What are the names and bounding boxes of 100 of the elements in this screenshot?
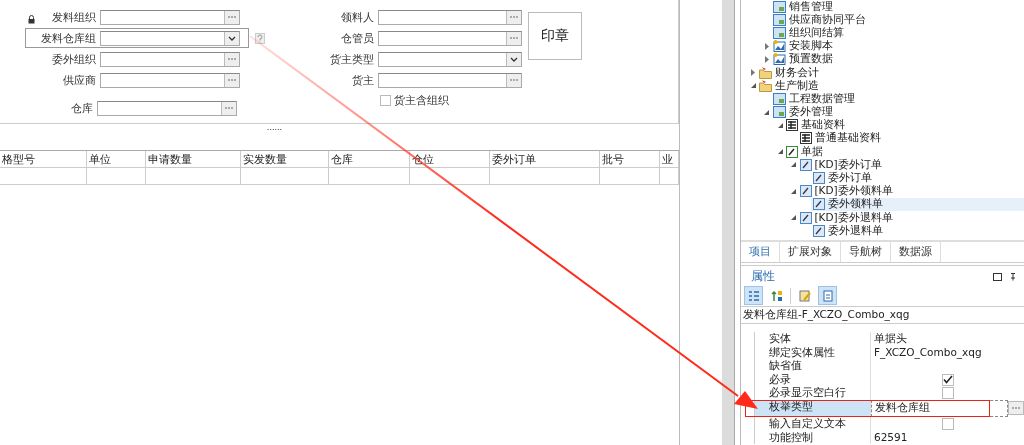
folder-icon xyxy=(759,79,772,92)
pencil-icon xyxy=(798,289,811,302)
lookup-field[interactable] xyxy=(378,30,522,46)
tree-item[interactable]: 工程数据管理 xyxy=(770,92,1024,106)
grid-icon xyxy=(799,132,812,145)
lookup-field[interactable] xyxy=(378,9,522,25)
checkbox[interactable] xyxy=(942,417,954,430)
chevron-down-icon xyxy=(228,35,236,41)
column-header[interactable]: 委外订单 xyxy=(490,151,601,167)
property-value[interactable]: 62591 xyxy=(871,430,1024,445)
lookup-field[interactable] xyxy=(378,72,522,88)
column-header[interactable]: 申请数量 xyxy=(146,151,241,167)
tree-item[interactable]: 组织间结算 xyxy=(770,26,1024,40)
column-header[interactable]: 实发数量 xyxy=(240,151,329,167)
checkbox[interactable] xyxy=(380,95,391,106)
script-icon xyxy=(772,40,786,53)
field-label: 领料人 xyxy=(340,9,375,25)
document-icon xyxy=(813,172,825,185)
tree-item[interactable]: 预置数据 xyxy=(770,52,1024,66)
collapsed-arrow-icon[interactable] xyxy=(751,69,755,77)
maximize-icon[interactable] xyxy=(993,272,1002,281)
pin-icon[interactable] xyxy=(1010,272,1016,281)
document-icon xyxy=(813,224,825,237)
lock-icon xyxy=(28,15,35,24)
column-header[interactable]: 格型号 xyxy=(0,151,87,167)
column-header[interactable]: 批号 xyxy=(600,151,660,167)
module-icon xyxy=(772,26,786,39)
tree-item[interactable]: 单据 xyxy=(784,145,1024,159)
stamp-button[interactable]: 印章 xyxy=(528,12,582,60)
document-icon xyxy=(799,211,812,224)
expanded-arrow-icon[interactable] xyxy=(791,188,796,194)
document-icon xyxy=(799,185,812,198)
categorized-list-icon xyxy=(747,289,760,302)
checkbox[interactable] xyxy=(942,373,954,386)
document-icon xyxy=(786,145,798,158)
tree-item[interactable]: [KD]委外订单 xyxy=(797,158,1024,172)
tree-item[interactable]: [KD]委外退料单 xyxy=(797,211,1024,225)
column-header[interactable]: 仓库 xyxy=(328,151,410,167)
chevron-down-icon xyxy=(510,56,518,62)
lookup-field[interactable] xyxy=(97,100,237,116)
tree-item[interactable]: 财务会计 xyxy=(757,66,1024,80)
expanded-arrow-icon[interactable] xyxy=(791,215,796,221)
property-value[interactable]: F_XCZO_Combo_xqg xyxy=(871,345,1024,360)
field-label: 仓管员 xyxy=(340,30,375,46)
tree-item[interactable]: 委外管理 xyxy=(770,105,1024,119)
expanded-arrow-icon[interactable] xyxy=(764,109,769,115)
property-name[interactable]: 输入自定义文本 xyxy=(754,416,871,431)
document-icon xyxy=(821,289,834,302)
column-header[interactable]: 单位 xyxy=(86,151,147,167)
dropdown-field[interactable] xyxy=(378,51,522,67)
ellipsis-icon[interactable] xyxy=(1012,407,1020,410)
grid-icon xyxy=(786,119,798,132)
help-icon[interactable] xyxy=(255,33,265,44)
folder-icon xyxy=(759,66,772,79)
tree-item[interactable]: [KD]委外领料单 xyxy=(797,184,1024,198)
tree-item[interactable]: 销售管理 xyxy=(770,0,1024,14)
property-name[interactable]: 必录显示空白行 xyxy=(754,386,871,400)
property-name[interactable]: 功能控制 xyxy=(754,430,871,445)
module-icon xyxy=(772,13,786,26)
toolbar-button[interactable] xyxy=(744,286,763,305)
property-path: 发料仓库组-F_XCZO_Combo_xqg xyxy=(741,306,1024,324)
field-label: 供应商 xyxy=(63,72,96,88)
property-name[interactable]: 枚举类型 xyxy=(754,399,871,417)
toolbar-button[interactable] xyxy=(818,286,837,305)
dropdown-field[interactable] xyxy=(100,30,240,46)
property-name[interactable]: 缺省值 xyxy=(754,359,871,373)
collapsed-arrow-icon[interactable] xyxy=(764,55,769,63)
property-value[interactable]: 单据头 xyxy=(871,332,1024,346)
lookup-field[interactable] xyxy=(100,72,240,88)
module-icon xyxy=(772,0,786,13)
lookup-field[interactable] xyxy=(100,9,240,25)
column-header[interactable]: 业 xyxy=(660,151,679,167)
tree-item[interactable]: 安装脚本 xyxy=(770,39,1024,53)
document-icon xyxy=(813,198,825,211)
property-name[interactable]: 绑定实体属性 xyxy=(754,345,871,360)
expanded-arrow-icon[interactable] xyxy=(791,162,796,168)
property-name[interactable]: 必录 xyxy=(754,372,871,387)
field-label: 货主 xyxy=(351,72,375,88)
tree-item[interactable]: 委外退料单 xyxy=(811,224,1024,238)
collapsed-arrow-icon[interactable] xyxy=(764,42,769,50)
tree-item[interactable]: 委外订单 xyxy=(811,171,1024,185)
document-icon xyxy=(799,158,812,171)
checkbox[interactable] xyxy=(942,387,954,400)
property-name[interactable]: 实体 xyxy=(754,332,871,346)
field-label: 仓库 xyxy=(71,100,93,116)
expanded-arrow-icon[interactable] xyxy=(750,83,756,89)
tree-item[interactable]: 普通基础资料 xyxy=(797,131,1024,145)
checkbox-label: 货主含组织 xyxy=(394,93,449,108)
expanded-arrow-icon[interactable] xyxy=(777,122,783,128)
sort-icon xyxy=(770,289,783,302)
selected-tree-item[interactable]: 委外领料单 xyxy=(811,197,1024,211)
tree-item[interactable]: 供应商协同平台 xyxy=(770,13,1024,27)
splitter-handle[interactable]: ...... xyxy=(266,124,283,150)
lookup-field[interactable] xyxy=(100,51,240,67)
script-icon xyxy=(772,53,786,66)
module-icon xyxy=(772,106,786,119)
tree-item[interactable]: 生产制造 xyxy=(757,79,1024,93)
expanded-arrow-icon[interactable] xyxy=(777,149,783,155)
tree-item[interactable]: 基础资料 xyxy=(784,118,1024,132)
field-label: 发料组织 xyxy=(52,9,96,25)
